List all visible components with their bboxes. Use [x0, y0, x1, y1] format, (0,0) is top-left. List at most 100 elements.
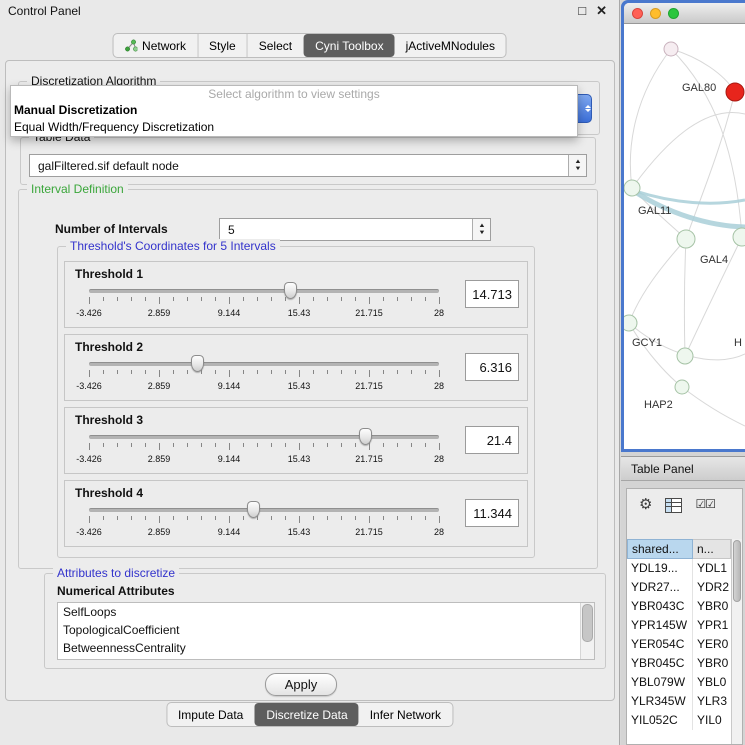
attribute-list-item[interactable]: BetweennessCentrality [58, 639, 594, 657]
slider-track[interactable] [89, 508, 439, 512]
network-canvas[interactable]: GAL80GAL11GAL4GCY1HAP2H [624, 24, 745, 449]
slider-track[interactable] [89, 289, 439, 293]
threshold-slider[interactable]: -3.4262.8599.14415.4321.71528 [89, 355, 439, 397]
tick-mark [439, 370, 440, 377]
table-panel-header: Table Panel [621, 456, 745, 481]
network-node[interactable] [726, 83, 744, 101]
column-header-name[interactable]: n... [693, 539, 731, 559]
tick-mark [103, 370, 104, 374]
numerical-attributes-list[interactable]: SelfLoopsTopologicalCoefficientBetweenne… [57, 602, 595, 660]
node-label: GAL4 [700, 254, 728, 266]
tick-label: 28 [434, 308, 444, 318]
tick-mark [355, 370, 356, 374]
slider-track[interactable] [89, 362, 439, 366]
minimize-traffic-light[interactable] [650, 8, 661, 19]
network-node[interactable] [624, 315, 637, 331]
select-columns-checkboxes-icon[interactable]: ☑☑ [695, 497, 715, 512]
column-header-shared-name[interactable]: shared... [627, 539, 693, 559]
zoom-traffic-light[interactable] [668, 8, 679, 19]
network-node[interactable] [664, 42, 678, 56]
interval-definition-group: Interval Definition Number of Intervals … [18, 189, 598, 569]
network-edge[interactable] [629, 323, 682, 387]
tick-label: 2.859 [148, 527, 171, 537]
tab-infer-network[interactable]: Infer Network [359, 703, 452, 726]
tab-select[interactable]: Select [247, 34, 303, 57]
cell-shared-name: YBL079W [627, 673, 693, 692]
list-scrollbar[interactable] [580, 603, 594, 659]
table-scrollbar-thumb[interactable] [733, 540, 741, 602]
tick-mark [383, 370, 384, 374]
table-row[interactable]: YIL052CYIL0 [627, 711, 731, 730]
tick-label: 15.43 [288, 527, 311, 537]
tick-mark [383, 297, 384, 301]
screen: Control Panel □ ✕ NetworkStyleSelectCyni… [0, 0, 745, 745]
network-node[interactable] [677, 230, 695, 248]
cell-shared-name: YBR045C [627, 654, 693, 673]
table-columns-icon[interactable] [665, 498, 682, 513]
table-row[interactable]: YLR345WYLR3 [627, 692, 731, 711]
tick-mark [299, 443, 300, 450]
cell-name: YER0 [693, 635, 731, 654]
top-tab-bar: NetworkStyleSelectCyni ToolboxjActiveMNo… [112, 33, 507, 58]
table-row[interactable]: YPR145WYPR1 [627, 616, 731, 635]
table-data-combo[interactable]: galFiltered.sif default node ▲ ▼ [29, 154, 587, 177]
tick-mark [159, 370, 160, 377]
close-traffic-light[interactable] [632, 8, 643, 19]
network-node[interactable] [733, 228, 745, 246]
apply-button[interactable]: Apply [265, 673, 337, 696]
tab-cyni-toolbox[interactable]: Cyni Toolbox [303, 34, 394, 57]
algorithm-option-equal-width-frequency-discretization[interactable]: Equal Width/Frequency Discretization [11, 119, 577, 136]
table-row[interactable]: YDR27...YDR2 [627, 578, 731, 597]
tab-impute-data[interactable]: Impute Data [167, 703, 254, 726]
threshold-value-field[interactable]: 6.316 [465, 353, 519, 381]
threshold-slider[interactable]: -3.4262.8599.14415.4321.71528 [89, 428, 439, 470]
threshold-slider[interactable]: -3.4262.8599.14415.4321.71528 [89, 282, 439, 324]
attributes-group: Attributes to discretize Numerical Attri… [44, 573, 606, 669]
table-scrollbar[interactable] [731, 539, 742, 744]
network-edge[interactable] [682, 387, 745, 426]
attribute-list-item[interactable]: TopologicalCoefficient [58, 621, 594, 639]
algorithm-option-manual-discretization[interactable]: Manual Discretization [11, 102, 577, 119]
list-scrollbar-thumb[interactable] [582, 604, 593, 642]
network-edge[interactable] [684, 239, 686, 356]
threshold-value-field[interactable]: 21.4 [465, 426, 519, 454]
tick-mark [103, 516, 104, 520]
network-node[interactable] [675, 380, 689, 394]
threshold-value-field[interactable]: 11.344 [465, 499, 519, 527]
tab-style[interactable]: Style [197, 34, 247, 57]
table-row[interactable]: YBR045CYBR0 [627, 654, 731, 673]
tick-mark [285, 370, 286, 374]
table-row[interactable]: YER054CYER0 [627, 635, 731, 654]
tick-mark [411, 516, 412, 520]
threshold-value-field[interactable]: 14.713 [465, 280, 519, 308]
control-panel: Control Panel □ ✕ NetworkStyleSelectCyni… [0, 0, 620, 745]
threshold-slider[interactable]: -3.4262.8599.14415.4321.71528 [89, 501, 439, 543]
float-window-icon[interactable]: □ [578, 3, 586, 19]
tick-mark [215, 370, 216, 374]
cell-name: YDR2 [693, 578, 731, 597]
tab-jactivemnodules[interactable]: jActiveMNodules [395, 34, 506, 57]
window-title: Control Panel [8, 4, 81, 18]
attribute-list-item[interactable]: SelfLoops [58, 603, 594, 621]
network-node[interactable] [624, 180, 640, 196]
network-edge[interactable] [630, 49, 671, 188]
table-row[interactable]: YDL19...YDL1 [627, 559, 731, 578]
tick-label: -3.426 [76, 308, 102, 318]
network-node[interactable] [677, 348, 693, 364]
table-row[interactable]: YBL079WYBL0 [627, 673, 731, 692]
number-of-intervals-combo[interactable]: 5 ▲ ▼ [219, 218, 491, 241]
tick-mark [243, 516, 244, 520]
slider-track[interactable] [89, 435, 439, 439]
tick-mark [145, 516, 146, 520]
tab-discretize-data[interactable]: Discretize Data [254, 703, 358, 726]
combo-spinner-icon[interactable]: ▲ ▼ [472, 219, 490, 240]
threshold-panel-2: Threshold 2-3.4262.8599.14415.4321.71528… [64, 334, 528, 401]
close-icon[interactable]: ✕ [596, 3, 607, 19]
network-edge[interactable] [671, 49, 742, 237]
gear-icon[interactable]: ⚙ [639, 497, 652, 513]
tick-mark [103, 297, 104, 301]
network-edge[interactable] [629, 239, 686, 323]
combo-spinner-icon[interactable]: ▲ ▼ [568, 155, 586, 176]
tab-network[interactable]: Network [113, 34, 197, 57]
table-row[interactable]: YBR043CYBR0 [627, 597, 731, 616]
